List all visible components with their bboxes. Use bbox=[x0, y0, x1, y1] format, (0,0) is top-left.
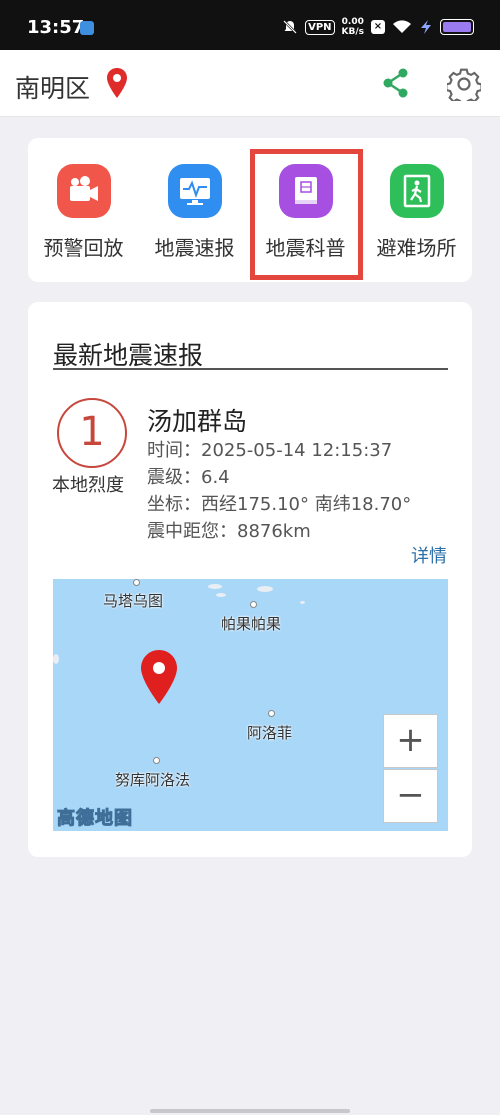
selected-highlight bbox=[250, 149, 363, 280]
intensity-value: 1 bbox=[57, 398, 127, 468]
status-bar: 13:57 VPN 0.00 KB/s × bbox=[0, 0, 500, 50]
location-pin-icon[interactable] bbox=[106, 67, 128, 99]
map-label: 努库阿洛法 bbox=[115, 771, 191, 789]
feature-nav-card: 预警回放 地震速报 地震科普 避难场所 bbox=[28, 138, 472, 282]
quake-place: 汤加群岛 bbox=[147, 407, 248, 436]
video-camera-icon bbox=[56, 164, 111, 218]
map-label: 帕果帕果 bbox=[221, 615, 282, 633]
share-icon[interactable] bbox=[381, 67, 411, 99]
map-dot bbox=[268, 710, 275, 717]
exit-door-icon bbox=[389, 164, 444, 218]
x-app-icon: × bbox=[371, 20, 385, 34]
island bbox=[208, 584, 222, 589]
nav-label: 地震速报 bbox=[154, 236, 235, 260]
section-title: 最新地震速报 bbox=[53, 341, 204, 370]
map-dot bbox=[250, 601, 257, 608]
quake-time: 时间：2025-05-14 12:15:37 bbox=[147, 440, 393, 461]
island bbox=[300, 601, 305, 604]
title-divider bbox=[53, 368, 448, 370]
mute-bell-icon bbox=[283, 20, 297, 34]
zoom-in-button[interactable]: + bbox=[383, 714, 438, 768]
vpn-badge: VPN bbox=[305, 19, 335, 35]
nav-shelter[interactable]: 避难场所 bbox=[361, 138, 472, 282]
latest-quake-card: 最新地震速报 1 本地烈度 汤加群岛 时间：2025-05-14 12:15:3… bbox=[28, 302, 472, 857]
intensity-label: 本地烈度 bbox=[52, 475, 124, 496]
quake-magnitude: 震级：6.4 bbox=[147, 467, 230, 488]
home-indicator[interactable] bbox=[150, 1109, 350, 1113]
nav-label: 预警回放 bbox=[43, 236, 124, 260]
wifi-icon bbox=[393, 20, 411, 33]
nav-quick-report[interactable]: 地震速报 bbox=[139, 138, 250, 282]
island bbox=[216, 593, 226, 597]
monitor-pulse-icon bbox=[167, 164, 222, 218]
quake-distance: 震中距您：8876km bbox=[147, 521, 311, 542]
status-time: 13:57 bbox=[27, 17, 85, 38]
map-label: 阿洛菲 bbox=[247, 724, 293, 742]
nav-warning-replay[interactable]: 预警回放 bbox=[28, 138, 139, 282]
epicenter-pin-icon bbox=[141, 650, 177, 704]
quake-map[interactable]: 马塔乌图 帕果帕果 阿洛菲 努库阿洛法 + − 高德地图 bbox=[53, 579, 448, 831]
location-name[interactable]: 南明区 bbox=[15, 69, 90, 105]
map-dot bbox=[133, 579, 140, 586]
map-label: 马塔乌图 bbox=[103, 592, 164, 610]
gear-icon[interactable] bbox=[447, 67, 481, 101]
top-bar: 南明区 bbox=[0, 50, 500, 117]
island bbox=[53, 654, 59, 664]
battery-level bbox=[443, 22, 471, 32]
nav-label: 避难场所 bbox=[376, 236, 457, 260]
status-icons: VPN 0.00 KB/s × bbox=[282, 16, 474, 38]
network-speed-value: 0.00 bbox=[341, 17, 364, 27]
charging-bolt-icon bbox=[421, 20, 431, 34]
battery-icon bbox=[440, 19, 474, 35]
network-speed-unit: KB/s bbox=[341, 27, 364, 37]
island bbox=[257, 586, 273, 592]
zoom-out-button[interactable]: − bbox=[383, 769, 438, 823]
details-link[interactable]: 详情 bbox=[411, 542, 447, 568]
network-speed: 0.00 KB/s bbox=[342, 17, 364, 37]
quake-coordinates: 坐标：西经175.10° 南纬18.70° bbox=[147, 494, 412, 515]
map-dot bbox=[153, 757, 160, 764]
map-provider-logo: 高德地图 bbox=[57, 808, 133, 830]
app-notification-icon bbox=[80, 21, 94, 35]
